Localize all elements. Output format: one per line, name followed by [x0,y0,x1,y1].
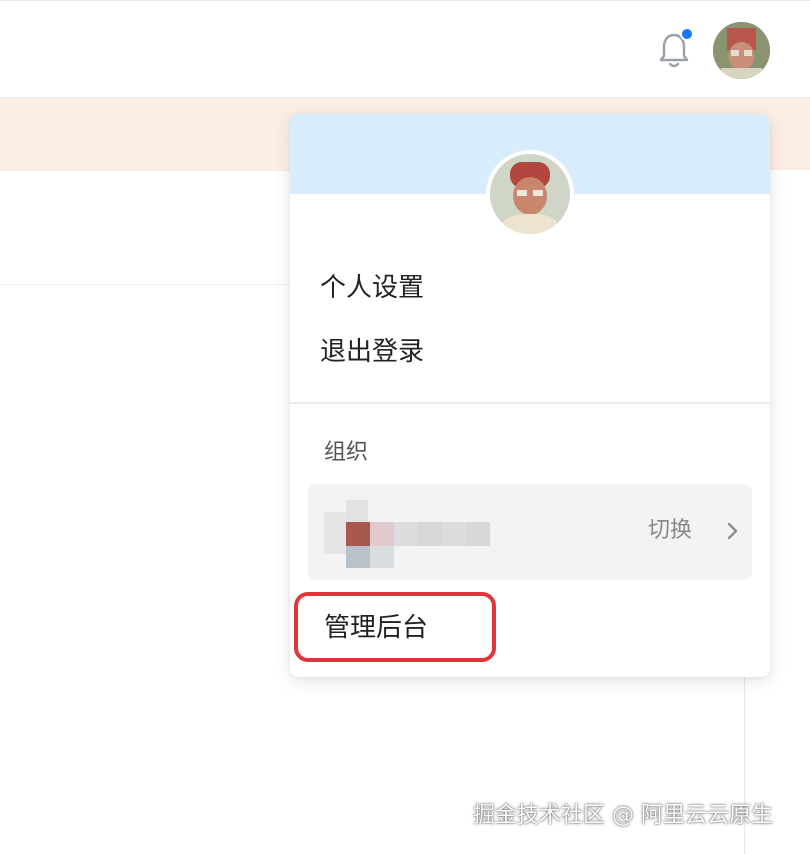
menu-divider [290,402,770,404]
top-bar [0,0,810,98]
admin-highlight-annotation [294,592,496,662]
organization-card[interactable]: 切换 [308,484,752,580]
user-menu-avatar [486,150,574,238]
organization-name-redacted [324,500,490,568]
organization-label: 组织 [324,440,369,465]
content-divider [0,170,300,171]
switch-org-label: 切换 [648,518,693,543]
personal-settings-item[interactable]: 个人设置 [320,270,424,306]
chevron-right-icon [727,522,738,540]
logout-item[interactable]: 退出登录 [320,334,424,370]
user-avatar[interactable] [713,22,770,79]
content-divider [0,284,300,285]
notification-dot [680,27,694,41]
watermark: 掘金技术社区 @ 阿里云云原生 [473,803,773,828]
